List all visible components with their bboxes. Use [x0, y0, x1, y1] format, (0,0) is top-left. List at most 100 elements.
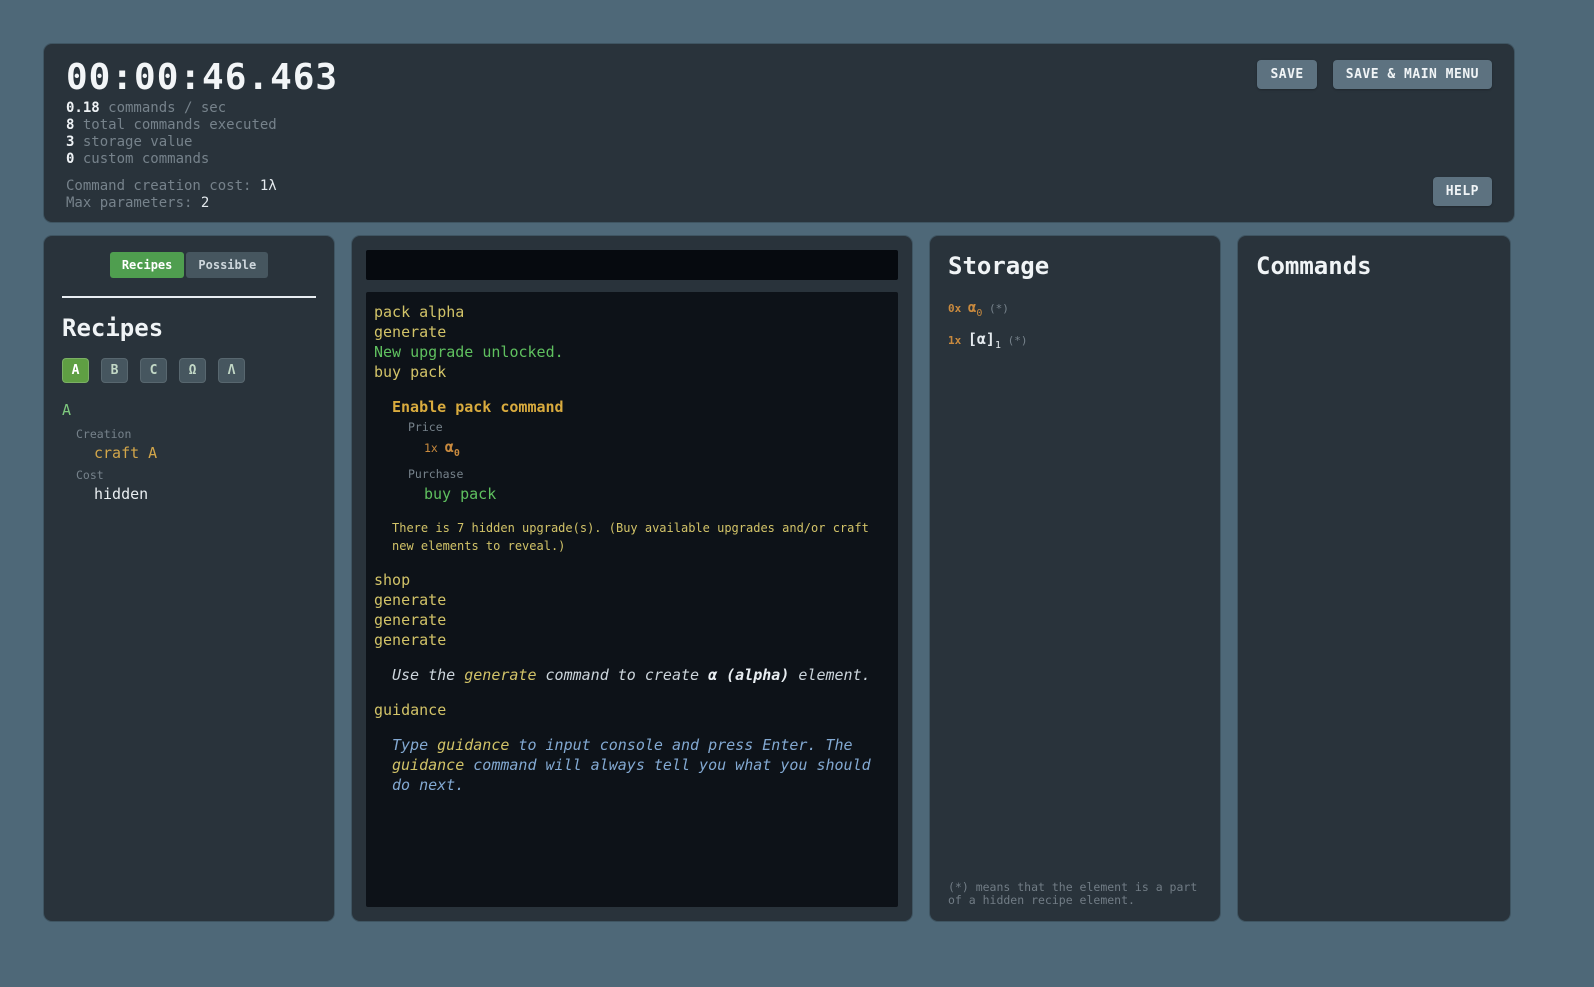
header-buttons: SAVE SAVE & MAIN MENU — [1257, 60, 1492, 89]
console-text: command will always tell you what you sh… — [464, 756, 870, 774]
console-text: There is 7 hidden upgrade(s). (Buy avail… — [392, 521, 869, 535]
console-text: guidance — [374, 701, 446, 719]
storage-footnote: (*) means that the element is a part of … — [948, 881, 1202, 907]
storage-panel: Storage 0x α0 (*)1x [α]1 (*) (*) means t… — [930, 236, 1220, 921]
recipes-tabs: RecipesPossible — [62, 252, 316, 278]
console-line: generate — [374, 322, 890, 342]
cost-label: Command creation cost: — [66, 178, 260, 194]
console-text: Type — [392, 736, 437, 754]
console-line: buy pack — [374, 362, 890, 382]
console-input[interactable] — [366, 250, 898, 280]
element-button-C[interactable]: C — [140, 358, 167, 383]
console-line: shop — [374, 570, 890, 590]
save-button[interactable]: SAVE — [1257, 60, 1316, 89]
console-text: command to create — [537, 666, 709, 684]
storage-item: 0x α0 (*) — [948, 294, 1202, 326]
console-line: Use the generate command to create α (al… — [374, 665, 890, 685]
stat-value: 0.18 — [66, 100, 100, 116]
console-blank-line — [374, 685, 890, 700]
cost-label: Max parameters: — [66, 195, 201, 211]
console-text: generate — [374, 591, 446, 609]
stat-label: commands / sec — [100, 100, 226, 116]
console-text: element. — [789, 666, 870, 684]
console-line: generate — [374, 610, 890, 630]
console-text: generate — [464, 666, 536, 684]
console-line: Enable pack command — [374, 397, 890, 417]
console-text: Enable pack command — [392, 398, 564, 416]
stat-line: 8 total commands executed — [66, 117, 1492, 134]
console-blank-line — [374, 504, 890, 519]
save-main-menu-button[interactable]: SAVE & MAIN MENU — [1333, 60, 1492, 89]
selected-element-name: A — [62, 401, 316, 419]
console-text: generate — [374, 631, 446, 649]
cost-label: Cost — [62, 468, 316, 483]
console-text: α (alpha) — [708, 666, 789, 684]
creation-value: craft A — [62, 444, 316, 462]
creation-label: Creation — [62, 427, 316, 442]
console-text: shop — [374, 571, 410, 589]
console-text: α — [445, 438, 454, 456]
cost-value: 2 — [201, 195, 209, 211]
console-line: There is 7 hidden upgrade(s). (Buy avail… — [374, 519, 890, 537]
console-line: pack alpha — [374, 302, 890, 322]
cost-value: 1λ — [260, 178, 277, 194]
element-button-Λ[interactable]: Λ — [218, 358, 245, 383]
storage-title: Storage — [948, 252, 1202, 280]
recipes-title: Recipes — [62, 314, 316, 342]
console-text: guidance — [392, 756, 464, 774]
console-output[interactable]: pack alphagenerateNew upgrade unlocked.b… — [366, 292, 898, 907]
console-text: Price — [408, 420, 443, 434]
console-blank-line — [374, 382, 890, 397]
storage-count: 1x — [948, 334, 968, 347]
storage-item: 1x [α]1 (*) — [948, 326, 1202, 358]
stat-line: 3 storage value — [66, 134, 1492, 151]
stat-label: custom commands — [74, 151, 209, 167]
tab-possible[interactable]: Possible — [186, 252, 268, 278]
console-blank-line — [374, 650, 890, 665]
cost-line: Command creation cost: 1λ — [66, 178, 1492, 195]
commands-panel: Commands — [1238, 236, 1510, 921]
console-line: New upgrade unlocked. — [374, 342, 890, 362]
console-line: Price — [374, 417, 890, 437]
console-text: do next. — [392, 776, 464, 794]
stat-label: total commands executed — [74, 117, 276, 133]
console-line: guidance command will always tell you wh… — [374, 755, 890, 775]
recipe-detail: A Creation craft A Cost hidden — [62, 401, 316, 503]
header-panel: 00:00:46.463 0.18 commands / sec8 total … — [44, 44, 1514, 222]
console-text: Purchase — [408, 467, 463, 481]
console-text: pack alpha — [374, 303, 464, 321]
storage-count: 0x — [948, 302, 968, 315]
console-text: generate — [374, 323, 446, 341]
console-text: to input console and press Enter. The — [509, 736, 852, 754]
stat-label: storage value — [74, 134, 192, 150]
storage-star: (*) — [982, 302, 1009, 315]
console-blank-line — [374, 720, 890, 735]
storage-element-name: [α] — [968, 330, 995, 348]
storage-star: (*) — [1001, 334, 1028, 347]
element-button-A[interactable]: A — [62, 358, 89, 383]
cost-line: Max parameters: 2 — [66, 195, 1492, 212]
console-panel: pack alphagenerateNew upgrade unlocked.b… — [352, 236, 912, 921]
subscript: 0 — [454, 448, 460, 459]
divider — [62, 296, 316, 298]
console-text: new elements to reveal.) — [392, 539, 565, 553]
tab-recipes[interactable]: Recipes — [110, 252, 185, 278]
recipes-panel: RecipesPossible Recipes ABCΩΛ A Creation… — [44, 236, 334, 921]
console-text: generate — [374, 611, 446, 629]
stat-line: 0.18 commands / sec — [66, 100, 1492, 117]
element-button-Ω[interactable]: Ω — [179, 358, 206, 383]
element-button-B[interactable]: B — [101, 358, 128, 383]
console-line: generate — [374, 590, 890, 610]
commands-title: Commands — [1256, 252, 1492, 280]
console-line: new elements to reveal.) — [374, 537, 890, 555]
console-line: 1x α0 — [374, 437, 890, 464]
cost-lines: Command creation cost: 1λMax parameters:… — [66, 178, 1492, 212]
console-line: guidance — [374, 700, 890, 720]
console-line: buy pack — [374, 484, 890, 504]
help-button[interactable]: HELP — [1433, 177, 1492, 206]
cost-value: hidden — [62, 485, 316, 503]
element-buttons: ABCΩΛ — [62, 358, 316, 383]
stats-list: 0.18 commands / sec8 total commands exec… — [66, 100, 1492, 168]
console-text: Use the — [392, 666, 464, 684]
console-line: Purchase — [374, 464, 890, 484]
